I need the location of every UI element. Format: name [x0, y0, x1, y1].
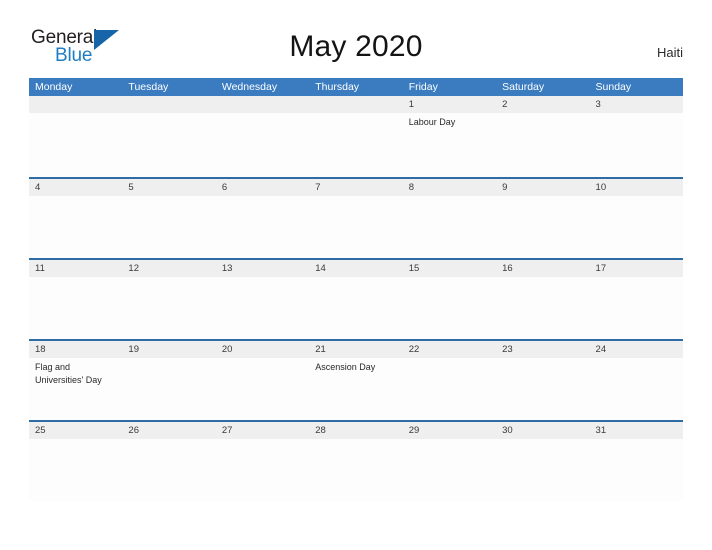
calendar-day-cell[interactable]: 10 [589, 179, 683, 258]
day-number: 15 [408, 263, 420, 274]
day-number: 27 [221, 425, 233, 436]
calendar-day-cell[interactable]: 27 [215, 422, 310, 501]
day-events: Ascension Day [315, 361, 399, 374]
holiday-event-label: Labour Day [408, 117, 456, 127]
calendar-day-cell-empty [215, 96, 310, 177]
calendar-week-row: 4 5 6 7 8 9 10 [29, 177, 683, 258]
page-title: May 2020 [289, 30, 423, 63]
day-number: 10 [595, 182, 607, 193]
day-number: 5 [128, 182, 134, 193]
weekday-header-monday: Monday [35, 81, 73, 93]
calendar-day-cell[interactable]: 28 [309, 422, 403, 501]
calendar-week-row: 25 26 27 28 29 30 31 [29, 420, 683, 501]
day-number: 25 [35, 425, 46, 436]
calendar-day-cell[interactable]: 30 [496, 422, 590, 501]
day-number: 29 [408, 425, 420, 436]
day-number: 14 [315, 263, 326, 274]
day-number: 22 [408, 344, 420, 355]
calendar-week-row: 11 12 13 14 15 16 17 [29, 258, 683, 339]
day-number: 23 [502, 344, 513, 355]
calendar-day-cell[interactable]: 1 Labour Day [402, 96, 497, 177]
weekday-header-friday: Friday [408, 81, 438, 93]
calendar-day-cell[interactable]: 2 [496, 96, 590, 177]
day-number: 12 [128, 263, 139, 274]
calendar-day-cell[interactable]: 18 Flag and Universities' Day [29, 341, 123, 420]
weekday-header-wednesday: Wednesday [221, 81, 278, 93]
day-number: 3 [595, 99, 601, 110]
weekday-header-row: Monday Tuesday Wednesday Thursday Friday Satu… [29, 78, 683, 96]
day-number: 7 [315, 182, 321, 193]
calendar-day-cell[interactable]: 14 [309, 260, 403, 339]
day-number: 19 [128, 344, 139, 355]
calendar-day-cell[interactable]: 31 [589, 422, 683, 501]
day-number: 6 [221, 182, 228, 193]
calendar-day-cell[interactable]: 20 [215, 341, 310, 420]
day-number: 8 [408, 182, 414, 193]
calendar-day-cell-empty [122, 96, 216, 177]
calendar-day-cell[interactable]: 19 [122, 341, 216, 420]
calendar-week-row: 1 Labour Day 2 3 [29, 96, 683, 177]
weekday-header-sunday: Sunday [595, 81, 632, 93]
day-number: 18 [35, 344, 46, 355]
calendar-day-cell[interactable]: 12 [122, 260, 216, 339]
day-number: 11 [35, 263, 45, 274]
day-number: 4 [35, 182, 41, 193]
calendar-weeks: 1 Labour Day 2 3 4 5 6 7 8 9 10 11 12 13 14 15 16 17 18 Fla… [29, 96, 683, 501]
weekday-header-saturday: Saturday [502, 81, 545, 93]
calendar-grid: Monday Tuesday Wednesday Thursday Friday Satu… [29, 78, 683, 501]
calendar-day-cell[interactable]: 25 [29, 422, 123, 501]
day-events: Flag and Universities' Day [35, 361, 119, 387]
calendar-day-cell[interactable]: 17 [589, 260, 683, 339]
calendar-day-cell-empty [29, 96, 123, 177]
calendar-day-cell[interactable]: 15 [402, 260, 497, 339]
country-label: Haiti [656, 45, 683, 60]
day-number: 24 [595, 344, 607, 355]
weekday-header-thursday: Thursday [315, 81, 360, 93]
calendar-day-cell[interactable]: 16 [496, 260, 590, 339]
calendar-day-cell[interactable]: 11 [29, 260, 123, 339]
calendar-day-cell[interactable]: 5 [122, 179, 216, 258]
day-number: 31 [595, 425, 607, 436]
day-number: 21 [315, 344, 326, 355]
page-header: General Blue May 2020 Haiti [0, 0, 712, 76]
calendar-day-cell[interactable]: 4 [29, 179, 123, 258]
day-number: 9 [502, 182, 508, 193]
weekday-header-tuesday: Tuesday [128, 81, 169, 93]
calendar-day-cell[interactable]: 3 [589, 96, 683, 177]
calendar-day-cell[interactable]: 23 [496, 341, 590, 420]
day-number: 17 [595, 263, 607, 274]
calendar-day-cell-empty [309, 96, 403, 177]
day-number: 16 [502, 263, 513, 274]
day-events: Labour Day [409, 116, 493, 129]
day-number: 1 [408, 99, 414, 110]
calendar-day-cell[interactable]: 22 [402, 341, 497, 420]
day-number: 26 [128, 425, 139, 436]
holiday-event-label: Ascension Day [315, 362, 376, 372]
day-number: 30 [502, 425, 513, 436]
calendar-week-row: 18 Flag and Universities' Day 19 20 21 Ascens… [29, 339, 683, 420]
calendar-day-cell[interactable]: 29 [402, 422, 497, 501]
calendar-day-cell[interactable]: 24 [589, 341, 683, 420]
calendar-day-cell[interactable]: 8 [402, 179, 497, 258]
day-number: 2 [502, 99, 508, 110]
calendar-day-cell[interactable]: 7 [309, 179, 403, 258]
calendar-page: General Blue May 2020 Haiti Monday Tuesda… [0, 0, 712, 550]
calendar-day-cell[interactable]: 21 Ascension Day [309, 341, 403, 420]
holiday-event-label: Flag and Universities' Day [35, 362, 102, 385]
day-number: 13 [221, 263, 233, 274]
calendar-day-cell[interactable]: 9 [496, 179, 590, 258]
calendar-day-cell[interactable]: 26 [122, 422, 216, 501]
day-number: 20 [221, 344, 233, 355]
day-number: 28 [315, 425, 326, 436]
calendar-day-cell[interactable]: 13 [215, 260, 310, 339]
calendar-day-cell[interactable]: 6 [215, 179, 310, 258]
